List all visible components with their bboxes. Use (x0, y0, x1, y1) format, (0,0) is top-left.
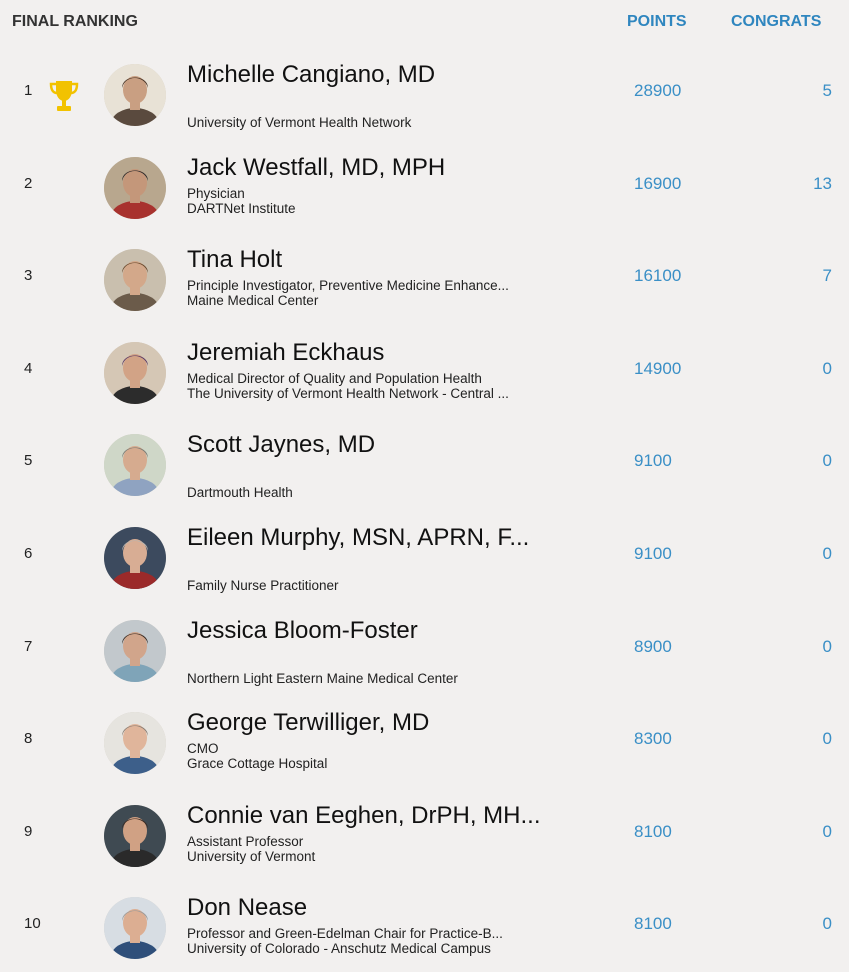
points-value: 8900 (634, 636, 672, 656)
congrats-count[interactable]: 7 (823, 266, 832, 286)
avatar[interactable] (104, 804, 166, 867)
rank-number: 7 (24, 637, 33, 655)
person-title: Assistant Professor (187, 833, 304, 849)
congrats-count[interactable]: 0 (823, 729, 832, 749)
avatar[interactable] (104, 897, 166, 960)
avatar[interactable] (104, 619, 166, 682)
avatar[interactable] (104, 156, 166, 219)
avatar[interactable] (104, 249, 166, 312)
congrats-count[interactable]: 0 (823, 544, 832, 564)
ranking-row[interactable]: 7 Jessica Bloom-Foster Northern Light Ea… (0, 602, 849, 695)
congrats-count[interactable]: 0 (823, 914, 832, 934)
person-title: Medical Director of Quality and Populati… (187, 370, 482, 386)
points-value: 8300 (634, 729, 672, 749)
avatar[interactable] (104, 341, 166, 404)
rank-number: 10 (24, 915, 41, 933)
rank-number: 9 (24, 822, 33, 840)
person-title: Principle Investigator, Preventive Medic… (187, 278, 509, 294)
trophy-icon (48, 78, 80, 114)
person-name[interactable]: George Terwilliger, MD (187, 709, 429, 737)
person-name[interactable]: Connie van Eeghen, DrPH, MH... (187, 802, 541, 830)
congrats-count[interactable]: 0 (823, 637, 832, 657)
person-name[interactable]: Tina Holt (187, 246, 282, 274)
person-organization: University of Colorado - Anschutz Medica… (187, 941, 491, 957)
congrats-count[interactable]: 13 (813, 174, 832, 194)
rank-number: 4 (24, 359, 33, 377)
points-value: 9100 (634, 543, 672, 563)
ranking-row[interactable]: 1 Michelle Cangiano, MD University of Ve… (0, 46, 849, 139)
person-title: Dartmouth Health (187, 485, 293, 501)
avatar[interactable] (104, 712, 166, 775)
person-name[interactable]: Eileen Murphy, MSN, APRN, F... (187, 524, 529, 552)
avatar[interactable] (104, 526, 166, 589)
ranking-header: FINAL RANKING POINTS CONGRATS (0, 0, 849, 44)
points-value: 8100 (634, 821, 672, 841)
person-name[interactable]: Jack Westfall, MD, MPH (187, 154, 445, 182)
rank-number: 6 (24, 544, 33, 562)
person-title: CMO (187, 741, 219, 757)
congrats-count[interactable]: 5 (823, 81, 832, 101)
person-title: University of Vermont Health Network (187, 115, 412, 130)
person-name[interactable]: Scott Jaynes, MD (187, 431, 375, 459)
person-title: Physician (187, 185, 245, 201)
rank-number: 3 (24, 267, 33, 285)
rank-number: 1 (24, 82, 33, 99)
ranking-row[interactable]: 9 Connie van Eeghen, DrPH, MH... Assista… (0, 787, 849, 880)
person-title: Northern Light Eastern Maine Medical Cen… (187, 670, 458, 686)
person-organization: Grace Cottage Hospital (187, 756, 328, 772)
congrats-count[interactable]: 0 (823, 359, 832, 379)
avatar[interactable] (104, 434, 166, 497)
ranking-row[interactable]: 4 Jeremiah Eckhaus Medical Director of Q… (0, 324, 849, 417)
congrats-count[interactable]: 0 (823, 451, 832, 471)
person-name[interactable]: Jessica Bloom-Foster (187, 617, 418, 645)
person-name[interactable]: Don Nease (187, 894, 307, 922)
points-value: 14900 (634, 358, 682, 378)
person-organization: The University of Vermont Health Network… (187, 385, 509, 401)
page-title: FINAL RANKING (12, 13, 138, 30)
person-name[interactable]: Jeremiah Eckhaus (187, 339, 384, 367)
points-value: 16100 (634, 266, 682, 286)
points-value: 9100 (634, 451, 672, 471)
ranking-list: 1 Michelle Cangiano, MD University of Ve… (0, 46, 849, 972)
person-title: Professor and Green-Edelman Chair for Pr… (187, 926, 503, 942)
congrats-column-header[interactable]: CONGRATS (731, 13, 821, 31)
person-organization: Maine Medical Center (187, 293, 319, 309)
person-name[interactable]: Michelle Cangiano, MD (187, 61, 435, 89)
rank-number: 8 (24, 730, 33, 748)
person-organization: University of Vermont (187, 848, 316, 864)
ranking-row[interactable]: 6 Eileen Murphy, MSN, APRN, F... Family … (0, 509, 849, 602)
points-value: 28900 (634, 81, 682, 100)
avatar[interactable] (104, 64, 166, 126)
ranking-row[interactable]: 10 Don Nease Professor and Green-Edelman… (0, 879, 849, 972)
rank-number: 2 (24, 174, 33, 192)
ranking-row[interactable]: 3 Tina Holt Principle Investigator, Prev… (0, 231, 849, 324)
person-organization: DARTNet Institute (187, 200, 296, 216)
rank-number: 5 (24, 452, 33, 470)
ranking-row[interactable]: 2 Jack Westfall, MD, MPH Physician DARTN… (0, 139, 849, 232)
ranking-row[interactable]: 8 George Terwilliger, MD CMO Grace Cotta… (0, 694, 849, 787)
points-value: 8100 (634, 914, 672, 934)
ranking-row[interactable]: 5 Scott Jaynes, MD Dartmouth Health 9100… (0, 416, 849, 509)
person-title: Family Nurse Practitioner (187, 577, 339, 593)
congrats-count[interactable]: 0 (823, 822, 832, 842)
points-column-header[interactable]: POINTS (627, 13, 687, 31)
points-value: 16900 (634, 173, 682, 193)
